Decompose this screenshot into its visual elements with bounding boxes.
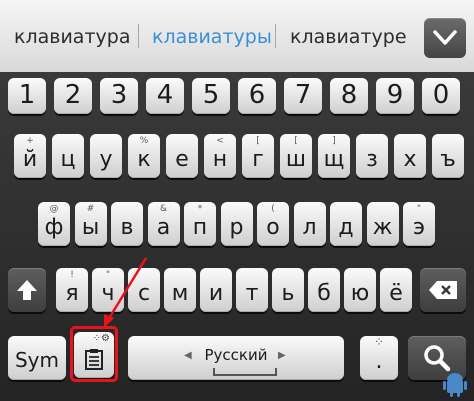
keyboard: клавиатура клавиатуры клавиатуре 1234567… bbox=[0, 0, 474, 401]
android-icon bbox=[443, 373, 467, 397]
annotation-arrow-icon bbox=[104, 257, 148, 328]
